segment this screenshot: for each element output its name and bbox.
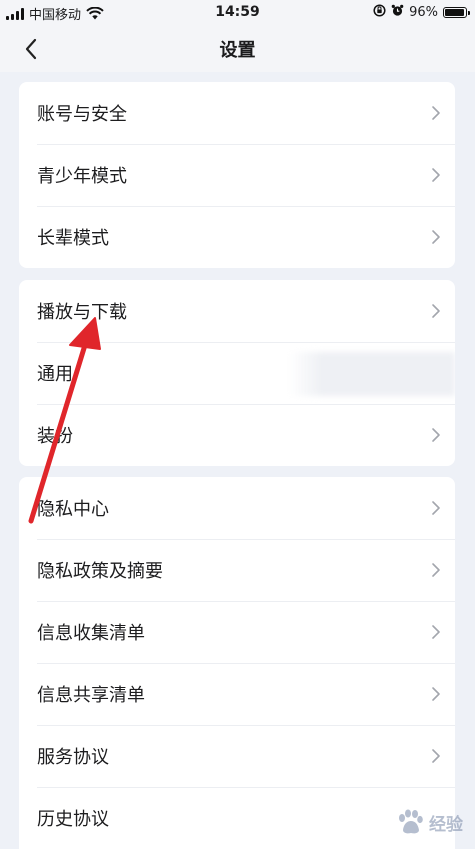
settings-item-label: 历史协议 [37,809,109,830]
status-bar: 中国移动 14:59 96% [0,0,475,26]
chevron-right-icon [432,563,440,577]
settings-item-label: 青少年模式 [37,166,127,187]
chevron-right-icon [432,168,440,182]
settings-item-teen-mode[interactable]: 青少年模式 [19,144,455,206]
settings-item-label: 服务协议 [37,747,109,768]
settings-item-label: 账号与安全 [37,104,127,125]
chevron-right-icon [432,106,440,120]
settings-item-label: 通用 [37,364,73,385]
settings-item-label: 播放与下载 [37,302,127,323]
battery-icon [443,7,470,18]
chevron-right-icon [432,428,440,442]
settings-item-info-sharing[interactable]: 信息共享清单 [19,663,455,725]
page-title: 设置 [219,40,256,61]
settings-item-playback-download[interactable]: 播放与下载 [19,280,455,342]
chevron-right-icon [432,501,440,515]
settings-item-label: 隐私政策及摘要 [37,561,163,582]
battery-fill [445,9,465,16]
settings-item-privacy-policy[interactable]: 隐私政策及摘要 [19,539,455,601]
chevron-right-icon [432,304,440,318]
settings-group-account: 账号与安全 青少年模式 长辈模式 [19,82,455,268]
settings-group-general: 播放与下载 通用 装扮 [19,280,455,466]
baidu-paw-logo-icon [399,809,423,834]
alarm-icon [391,4,404,21]
status-bar-right: 96% [373,4,470,21]
settings-item-account-security[interactable]: 账号与安全 [19,82,455,144]
settings-item-label: 长辈模式 [37,228,109,249]
nav-bar: 设置 [0,26,475,72]
settings-item-info-collection[interactable]: 信息收集清单 [19,601,455,663]
settings-item-label: 信息收集清单 [37,623,145,644]
settings-item-label: 信息共享清单 [37,685,145,706]
chevron-right-icon [432,625,440,639]
watermark-text: 经验 [429,814,463,835]
settings-item-service-agreement[interactable]: 服务协议 [19,725,455,787]
battery-percent: 96% [409,5,438,20]
blurred-region [289,352,455,396]
watermark: 经验 [395,809,463,835]
settings-item-label: 隐私中心 [37,499,109,520]
settings-item-general[interactable]: 通用 [19,342,455,404]
rotation-lock-icon [373,4,386,21]
settings-item-label: 装扮 [37,426,73,447]
chevron-right-icon [432,687,440,701]
settings-item-history-agreement[interactable]: 历史协议 [19,787,455,849]
settings-group-privacy: 隐私中心 隐私政策及摘要 信息收集清单 信息共享清单 服务协议 历史协议 [19,477,455,849]
chevron-right-icon [432,230,440,244]
settings-item-privacy-center[interactable]: 隐私中心 [19,477,455,539]
settings-item-elder-mode[interactable]: 长辈模式 [19,206,455,268]
chevron-right-icon [432,749,440,763]
settings-item-appearance[interactable]: 装扮 [19,404,455,466]
